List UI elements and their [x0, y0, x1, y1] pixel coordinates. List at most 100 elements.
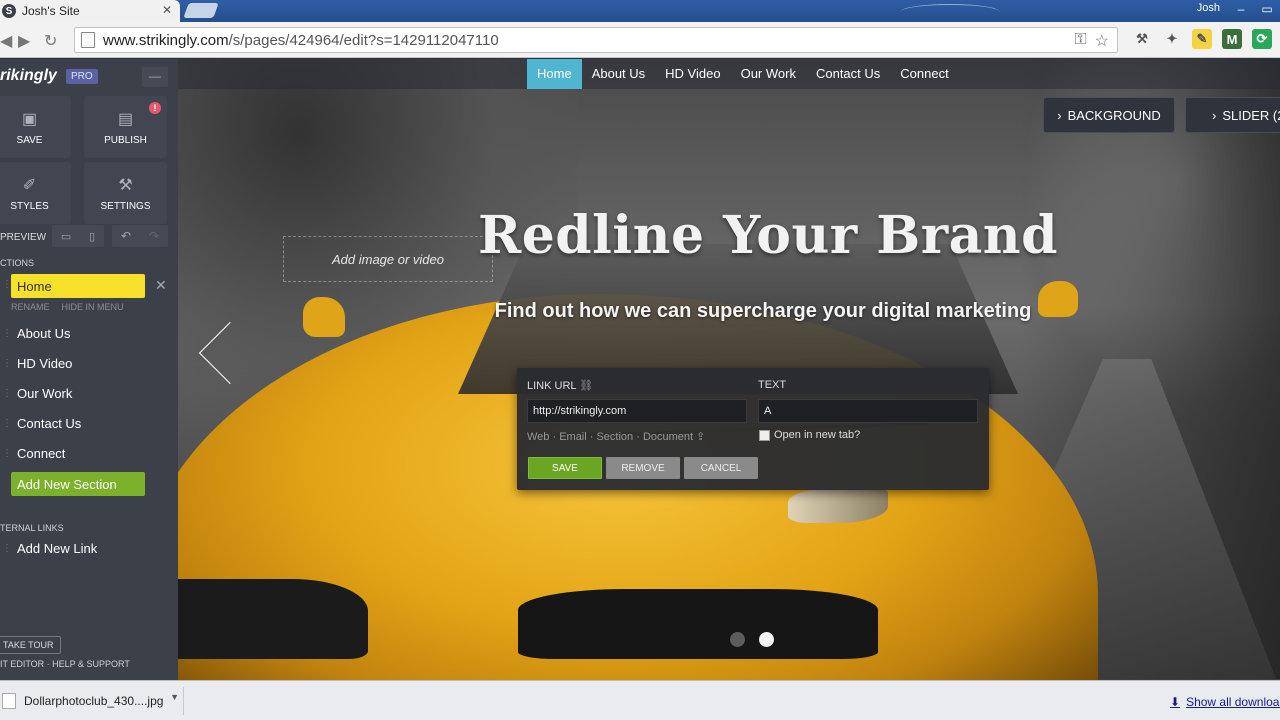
minimize-icon[interactable]: – — [1228, 0, 1254, 18]
link-remove-button[interactable]: REMOVE — [606, 457, 680, 479]
hide-in-menu-link[interactable]: HIDE IN MENU — [62, 302, 124, 312]
text-label: TEXT — [758, 379, 787, 391]
section-item-connect[interactable]: Connect — [17, 446, 65, 461]
publish-button[interactable]: ▤ PUBLISH ! — [84, 96, 167, 158]
link-save-button[interactable]: SAVE — [528, 457, 602, 479]
section-item-about-us[interactable]: About Us — [17, 326, 70, 341]
car-headlight — [788, 489, 888, 523]
save-button[interactable]: ▣ SAVE — [0, 96, 71, 158]
section-item-our-work[interactable]: Our Work — [17, 386, 72, 401]
hero-subtitle[interactable]: Find out how we can supercharge your dig… — [428, 300, 1098, 323]
link-editor-dialog: LINK URL ⛓ http://strikingly.com TEXT A … — [517, 368, 989, 490]
section-item-hd-video[interactable]: HD Video — [17, 356, 72, 371]
browser-user[interactable]: Josh — [1189, 0, 1228, 16]
sections-heading: CTIONS — [0, 258, 35, 268]
address-bar[interactable]: www.strikingly.com/s/pages/424964/edit?s… — [74, 27, 1118, 53]
styles-label: STYLES — [10, 200, 49, 212]
drag-handle-icon[interactable]: ⋮ — [2, 418, 12, 429]
close-tab-icon[interactable]: ✕ — [162, 3, 172, 17]
m-extension-icon[interactable]: M — [1222, 29, 1242, 49]
note-extension-icon[interactable]: ✎ — [1192, 29, 1212, 49]
link-type-list[interactable]: Web · Email · Section · Document — [527, 431, 693, 443]
mobile-icon[interactable]: ▯ — [89, 230, 95, 243]
nav-our-work[interactable]: Our Work — [731, 59, 806, 89]
checkbox-box[interactable] — [759, 429, 770, 441]
chain-link-icon: ⛓ — [579, 380, 594, 392]
link-text-input[interactable]: A — [758, 399, 978, 423]
tab-title: Josh's Site — [22, 4, 80, 18]
slide-dot-2[interactable] — [759, 632, 774, 647]
car-grille-center — [518, 589, 878, 659]
key-icon[interactable]: ⚿ — [1074, 31, 1086, 51]
reload-icon[interactable]: ↻ — [44, 31, 57, 51]
background-button[interactable]: › BACKGROUND — [1043, 97, 1175, 133]
wrench-extension-icon[interactable]: ⚒ — [1132, 29, 1152, 49]
take-tour-button[interactable]: TAKE TOUR — [0, 636, 61, 654]
slider-button[interactable]: › SLIDER (2 — [1185, 97, 1280, 133]
collapse-sidebar-button[interactable]: — — [142, 67, 168, 87]
drag-handle-icon[interactable]: ⋮ — [2, 328, 12, 339]
redo-icon[interactable]: ↷ — [149, 229, 159, 243]
link-cancel-button[interactable]: CANCEL — [684, 457, 758, 479]
close-icon[interactable]: ✕ — [155, 277, 167, 294]
back-arrow-icon[interactable]: ◀ — [0, 31, 12, 51]
desktop-icon[interactable]: ▭ — [61, 230, 71, 243]
settings-button[interactable]: ⚒ SETTINGS — [84, 162, 167, 224]
nav-about-us[interactable]: About Us — [582, 59, 655, 89]
preview-label[interactable]: PREVIEW — [0, 232, 46, 243]
section-item-contact-us[interactable]: Contact Us — [17, 416, 81, 431]
styles-button[interactable]: ✐ STYLES — [0, 162, 71, 224]
show-all-downloads-link[interactable]: ⬇ Show all downloads — [1170, 695, 1280, 709]
nav-hd-video[interactable]: HD Video — [655, 59, 730, 89]
new-tab-button[interactable] — [183, 3, 219, 18]
slider-label: SLIDER (2 — [1222, 107, 1280, 123]
add-new-link-button[interactable]: Add New Link — [17, 541, 97, 556]
bookmark-star-icon[interactable]: ☆ — [1095, 31, 1109, 51]
slider-dots — [730, 632, 774, 647]
chevron-down-icon[interactable]: ▼ — [170, 692, 179, 702]
open-new-tab-checkbox[interactable]: Open in new tab? — [759, 429, 860, 441]
puzzle-extension-icon[interactable]: ✦ — [1162, 29, 1182, 49]
maximize-icon[interactable]: ▭ — [1254, 0, 1280, 18]
pro-badge: PRO — [66, 69, 98, 84]
chevron-right-icon: › — [1057, 107, 1062, 123]
drag-handle-icon[interactable]: ⋮ — [2, 388, 12, 399]
exit-editor-help-support[interactable]: IT EDITOR · HELP & SUPPORT — [0, 659, 130, 669]
slide-dot-1[interactable] — [730, 632, 745, 647]
rename-link[interactable]: RENAME — [11, 302, 50, 312]
preview-device-toggle: ▭ ▯ — [52, 225, 104, 247]
upload-icon[interactable]: ⇪ — [696, 431, 705, 443]
screen: S Josh's Site ✕ Josh – ▭ ◀ ▶ ↻ www.strik… — [0, 0, 1280, 720]
url-path: /s/pages/424964/edit?s=1429112047110 — [228, 31, 499, 49]
extension-icons: ⚒ ✦ ✎ M ⟳ — [1132, 29, 1272, 49]
undo-icon[interactable]: ↶ — [121, 229, 131, 243]
add-new-section-button[interactable]: Add New Section — [11, 472, 145, 496]
hero-title[interactable]: Redline Your Brand — [478, 205, 1057, 266]
nav-connect[interactable]: Connect — [890, 59, 958, 89]
sync-extension-icon[interactable]: ⟳ — [1252, 29, 1272, 49]
nav-home[interactable]: Home — [527, 59, 582, 89]
url-host: www.strikingly.com — [103, 31, 229, 49]
browser-tab[interactable]: S Josh's Site ✕ — [0, 0, 180, 22]
strikingly-favicon-icon: S — [2, 4, 16, 18]
external-links-heading: TERNAL LINKS — [0, 523, 64, 533]
link-url-input[interactable]: http://strikingly.com — [527, 399, 747, 423]
show-all-label: Show all downloads — [1186, 695, 1280, 709]
forward-arrow-icon[interactable]: ▶ — [18, 31, 30, 51]
download-filename: Dollarphotoclub_430....jpg — [24, 694, 164, 708]
add-image-or-video-placeholder[interactable]: Add image or video — [283, 236, 493, 282]
open-new-tab-label: Open in new tab? — [774, 429, 861, 441]
drag-handle-icon[interactable]: ⋮ — [2, 543, 12, 554]
page-icon — [81, 32, 95, 48]
download-item[interactable]: Dollarphotoclub_430....jpg ▼ — [0, 687, 184, 715]
nav-contact-us[interactable]: Contact Us — [806, 59, 890, 89]
car-grille-left — [178, 579, 368, 659]
address-bar-icons: ⚿ ☆ — [1074, 31, 1109, 51]
section-item-home[interactable]: Home — [11, 274, 145, 298]
drag-handle-icon[interactable]: ⋮ — [2, 448, 12, 459]
drag-handle-icon[interactable]: ⋮ — [2, 279, 12, 290]
drag-handle-icon[interactable]: ⋮ — [2, 358, 12, 369]
undo-redo: ↶ ↷ — [112, 225, 168, 247]
browser-toolbar: ◀ ▶ ↻ www.strikingly.com/s/pages/424964/… — [0, 22, 1280, 58]
publish-label: PUBLISH — [104, 134, 147, 146]
